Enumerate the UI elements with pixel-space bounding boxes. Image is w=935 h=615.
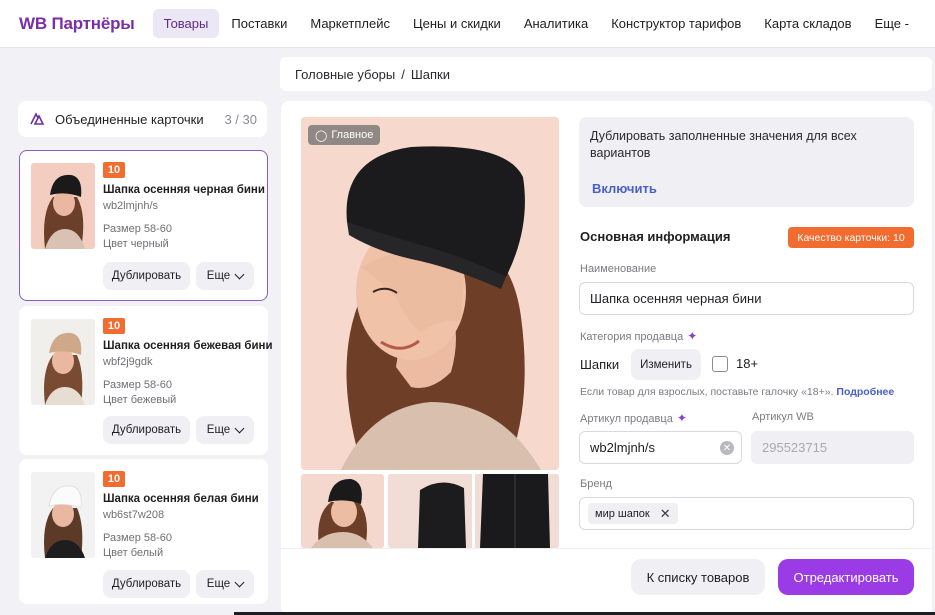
duplicate-values-box: Дублировать заполненные значения для все…: [579, 117, 914, 207]
category-label-text: Категория продавца: [580, 331, 684, 343]
card-color: Цвет бежевый: [103, 394, 177, 406]
remove-icon[interactable]: ✕: [660, 506, 671, 522]
name-field[interactable]: Шапка осенняя черная бини: [579, 282, 914, 315]
top-nav: WB Партнёры Товары Поставки Маркетплейс …: [0, 0, 935, 48]
card-size: Размер 58-60: [103, 223, 172, 235]
breadcrumb-parent[interactable]: Головные уборы: [295, 67, 395, 82]
card-quality-badge: Качество карточки: 10: [788, 227, 914, 248]
card-size: Размер 58-60: [103, 532, 172, 544]
card-sku: wb2lmjnh/s: [103, 200, 159, 212]
card-title: Шапка осенняя бежевая бини: [103, 340, 273, 352]
main-product-photo[interactable]: [301, 117, 559, 470]
seller-sku-value: wb2lmjnh/s: [590, 440, 656, 455]
breadcrumb: Головные уборы / Шапки: [280, 57, 932, 91]
name-field-value: Шапка осенняя черная бини: [590, 291, 762, 306]
back-to-list-button[interactable]: К списку товаров: [631, 559, 765, 595]
merged-cards-icon: [30, 112, 45, 125]
product-thumbnail: [31, 472, 95, 558]
more-label: Еще: [206, 578, 231, 590]
change-category-button[interactable]: Изменить: [631, 349, 701, 380]
quality-badge: 10: [103, 318, 125, 334]
nav-item-warehouse-map[interactable]: Карта складов: [753, 9, 862, 38]
more-button[interactable]: Еще: [196, 262, 254, 290]
category-label: Категория продавца ✦: [580, 329, 697, 343]
category-value: Шапки: [580, 357, 620, 372]
breadcrumb-current: Шапки: [410, 66, 451, 82]
name-label: Наименование: [580, 263, 657, 275]
nav-item-products[interactable]: Товары: [152, 9, 220, 38]
card-color: Цвет черный: [103, 238, 169, 250]
adult-checkbox-label: 18+: [736, 356, 759, 371]
quality-badge: 10: [103, 471, 125, 487]
chevron-down-icon: [234, 577, 245, 587]
brand-chip: мир шапок ✕: [588, 503, 678, 524]
basic-info-title: Основная информация: [580, 229, 731, 244]
seller-sku-label: Артикул продавца ✦: [580, 411, 687, 425]
card-size: Размер 58-60: [103, 379, 172, 391]
more-label: Еще: [206, 270, 231, 282]
enable-link[interactable]: Включить: [592, 181, 657, 196]
quality-badge: 10: [103, 162, 125, 178]
brand-chip-label: мир шапок: [595, 507, 650, 520]
main-photo-badge: ◯ Главное: [308, 125, 381, 145]
wb-sku-value: 295523715: [762, 440, 828, 455]
card-title: Шапка осенняя черная бини: [103, 184, 265, 196]
brand-field[interactable]: мир шапок ✕: [579, 497, 914, 530]
wb-sku-field: 295523715: [751, 431, 914, 464]
chevron-down-icon: [234, 269, 245, 279]
card-sku: wb6st7w208: [103, 509, 165, 521]
brand-label: Бренд: [580, 478, 612, 490]
duplicate-button[interactable]: Дублировать: [103, 262, 190, 290]
sparkle-icon: ✦: [687, 329, 698, 343]
nav-item-tariff-builder[interactable]: Конструктор тарифов: [600, 9, 752, 38]
app-logo[interactable]: WB Партнёры: [19, 14, 135, 34]
nav-item-supplies[interactable]: Поставки: [220, 9, 298, 38]
duplicate-button[interactable]: Дублировать: [103, 570, 190, 598]
merged-cards-header: Объединенные карточки 3 / 30: [18, 101, 267, 137]
wb-sku-label: Артикул WB: [752, 411, 814, 423]
adult-hint-text: Если товар для взрослых, поставьте галоч…: [580, 386, 834, 398]
merged-cards-title: Объединенные карточки: [55, 111, 204, 127]
nav-item-more[interactable]: Еще -: [864, 9, 920, 38]
product-card[interactable]: 10 Шапка осенняя бежевая бини wbf2j9gdk …: [19, 306, 273, 455]
seller-sku-label-text: Артикул продавца: [580, 413, 673, 425]
product-card[interactable]: 10 Шапка осенняя белая бини wb6st7w208 Р…: [19, 459, 268, 604]
nav-item-analytics[interactable]: Аналитика: [513, 9, 599, 38]
product-photo-thumbnail[interactable]: [301, 474, 384, 548]
adult-checkbox[interactable]: [712, 356, 728, 372]
merged-cards-count: 3 / 30: [224, 111, 257, 127]
card-sku: wbf2j9gdk: [103, 356, 153, 368]
nav-item-marketplace[interactable]: Маркетплейс: [299, 9, 401, 38]
product-card[interactable]: 10 Шапка осенняя черная бини wb2lmjnh/s …: [19, 150, 268, 301]
product-thumbnail: [31, 319, 95, 405]
more-details-link[interactable]: Подробнее: [836, 386, 894, 398]
duplicate-values-text: Дублировать заполненные значения для все…: [590, 129, 857, 160]
card-color: Цвет белый: [103, 547, 164, 559]
clear-icon[interactable]: ✕: [720, 441, 734, 455]
breadcrumb-separator: /: [401, 66, 405, 82]
main-photo-badge-label: Главное: [331, 129, 374, 141]
seller-sku-field[interactable]: wb2lmjnh/s ✕: [579, 431, 742, 464]
chevron-down-icon: [234, 423, 245, 433]
product-thumbnail: [31, 163, 95, 249]
more-button[interactable]: Еще: [196, 416, 254, 444]
edit-button[interactable]: Отредактировать: [778, 559, 914, 595]
sparkle-icon: ✦: [676, 411, 687, 425]
duplicate-button[interactable]: Дублировать: [103, 416, 190, 444]
product-photo-thumbnail[interactable]: [388, 474, 559, 548]
flame-icon: ◯: [315, 129, 328, 142]
more-label: Еще: [206, 424, 231, 436]
card-title: Шапка осенняя белая бини: [103, 493, 259, 505]
nav-item-prices[interactable]: Цены и скидки: [402, 9, 512, 38]
more-button[interactable]: Еще: [196, 570, 254, 598]
adult-hint: Если товар для взрослых, поставьте галоч…: [580, 386, 894, 398]
